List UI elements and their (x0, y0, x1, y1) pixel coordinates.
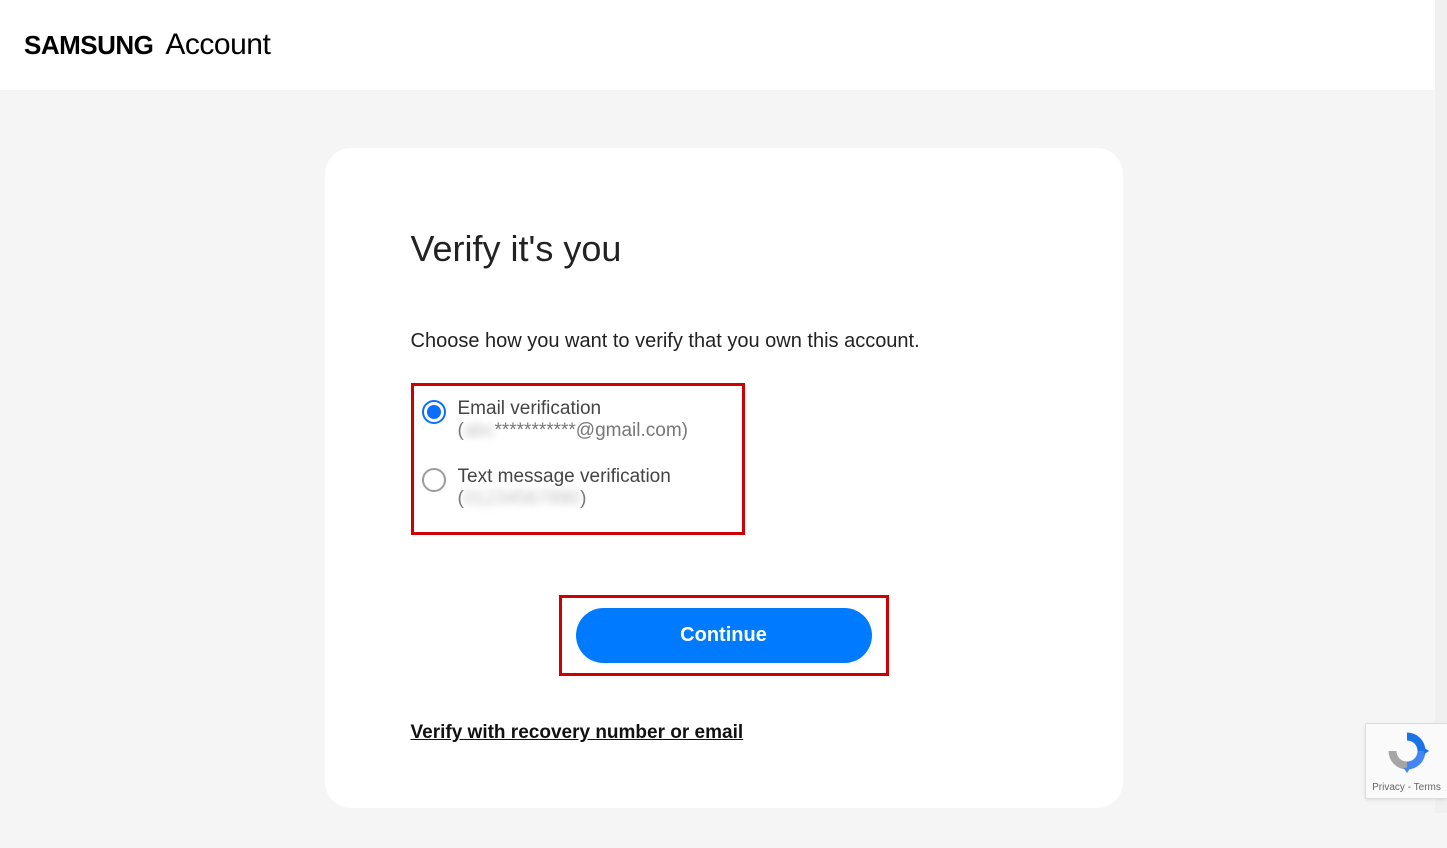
option-sms-title: Text message verification (458, 466, 671, 488)
recaptcha-separator: - (1405, 782, 1414, 793)
brand-samsung-text: SAMSUNG (24, 30, 153, 61)
brand-account-text: Account (165, 28, 270, 62)
option-email-visible: ***********@gmail.com) (494, 420, 688, 441)
option-sms-prefix: ( (458, 488, 464, 509)
recaptcha-privacy-link[interactable]: Privacy (1372, 782, 1405, 793)
continue-button[interactable]: Continue (576, 608, 872, 663)
page-title: Verify it's you (411, 228, 1037, 270)
radio-icon[interactable] (422, 400, 446, 424)
option-email-texts: Email verification (abc***********@gmail… (458, 398, 689, 442)
continue-highlight: Continue (559, 595, 889, 676)
recaptcha-badge[interactable]: Privacy - Terms (1365, 723, 1447, 799)
option-email-title: Email verification (458, 398, 689, 420)
recaptcha-terms-link[interactable]: Terms (1414, 782, 1441, 793)
recaptcha-links: Privacy - Terms (1372, 782, 1441, 793)
page-subtitle: Choose how you want to verify that you o… (411, 330, 1037, 353)
continue-wrap: Continue (411, 595, 1037, 676)
option-sms-masked: 01234567890 (464, 488, 580, 509)
option-email-verification[interactable]: Email verification (abc***********@gmail… (422, 398, 734, 442)
recovery-link[interactable]: Verify with recovery number or email (411, 722, 744, 744)
site-header: SAMSUNG Account (0, 0, 1447, 90)
option-sms-texts: Text message verification (01234567890) (458, 466, 671, 510)
main-area: Verify it's you Choose how you want to v… (0, 90, 1447, 848)
recaptcha-icon (1385, 729, 1429, 778)
option-email-detail: (abc***********@gmail.com) (458, 420, 689, 442)
option-sms-verification[interactable]: Text message verification (01234567890) (422, 466, 734, 510)
option-sms-detail: (01234567890) (458, 488, 671, 510)
radio-icon[interactable] (422, 468, 446, 492)
option-sms-visible: ) (580, 488, 586, 509)
verify-card: Verify it's you Choose how you want to v… (325, 148, 1123, 808)
option-email-masked: abc (464, 420, 495, 441)
verification-options-highlight: Email verification (abc***********@gmail… (411, 383, 745, 535)
vertical-scrollbar[interactable] (1435, 0, 1447, 813)
option-email-prefix: ( (458, 420, 464, 441)
brand-logo[interactable]: SAMSUNG Account (24, 28, 270, 62)
